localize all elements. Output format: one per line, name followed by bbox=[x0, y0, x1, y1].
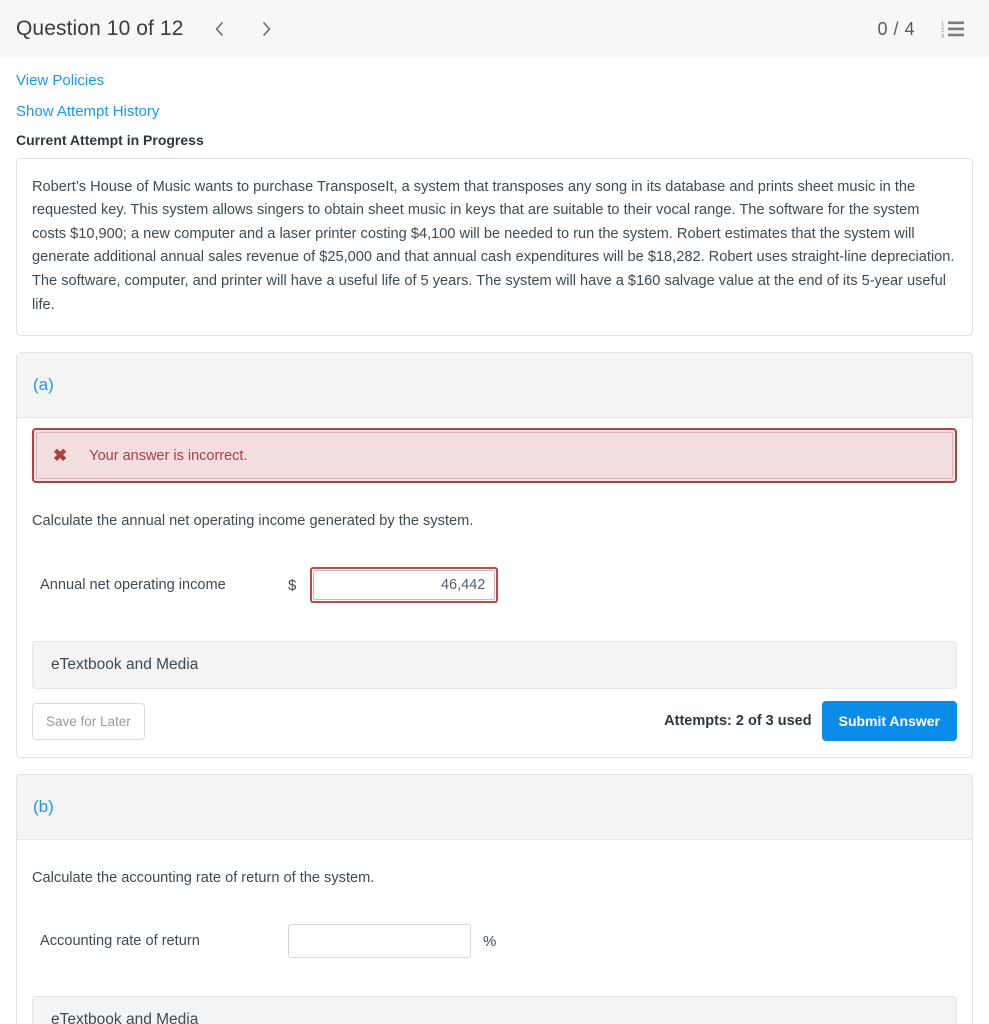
part-a-action-row: Save for Later Attempts: 2 of 3 used Sub… bbox=[32, 701, 957, 742]
part-a-header: (a) bbox=[17, 353, 972, 419]
part-a-card: (a) ✖ Your answer is incorrect. Calculat… bbox=[16, 352, 973, 759]
show-attempt-history-link[interactable]: Show Attempt History bbox=[16, 101, 159, 123]
part-b-card: (b) Calculate the accounting rate of ret… bbox=[16, 774, 973, 1024]
annual-net-operating-income-input[interactable] bbox=[313, 570, 496, 601]
part-a-etextbook-bar[interactable]: eTextbook and Media bbox=[32, 641, 957, 690]
accounting-rate-of-return-input[interactable] bbox=[288, 924, 471, 959]
save-for-later-button[interactable]: Save for Later bbox=[32, 702, 145, 740]
part-b-letter: (b) bbox=[33, 797, 54, 817]
part-a-answer-row: Annual net operating income $ bbox=[40, 567, 972, 604]
part-b-answer-row: Accounting rate of return % bbox=[40, 924, 972, 959]
part-b-body: Calculate the accounting rate of return … bbox=[17, 870, 972, 1024]
part-a-submit-group: Attempts: 2 of 3 used Submit Answer bbox=[664, 701, 957, 742]
score-display: 0 / 4 bbox=[877, 18, 915, 39]
error-x-icon: ✖ bbox=[53, 446, 68, 466]
submit-answer-button[interactable]: Submit Answer bbox=[821, 701, 957, 742]
question-stem-card: Robert’s House of Music wants to purchas… bbox=[16, 157, 973, 337]
incorrect-answer-alert: ✖ Your answer is incorrect. bbox=[32, 428, 957, 484]
svg-text:3: 3 bbox=[941, 34, 944, 40]
current-attempt-status: Current Attempt in Progress bbox=[16, 131, 204, 148]
dollar-sign-prefix: $ bbox=[288, 576, 297, 594]
part-a-letter: (a) bbox=[33, 375, 54, 395]
question-header-bar: Question 10 of 12 0 / 4 1 2 3 bbox=[0, 0, 989, 58]
alert-message: Your answer is incorrect. bbox=[89, 447, 248, 464]
part-b-etextbook-bar[interactable]: eTextbook and Media bbox=[32, 996, 957, 1024]
part-a-prompt: Calculate the annual net operating incom… bbox=[32, 513, 474, 530]
attempt-links: View Policies Show Attempt History Curre… bbox=[0, 58, 989, 148]
header-right-group: 0 / 4 1 2 3 bbox=[877, 19, 965, 40]
part-b-field-label: Accounting rate of return bbox=[40, 933, 200, 950]
view-policies-link[interactable]: View Policies bbox=[16, 70, 104, 92]
question-stem-text: Robert’s House of Music wants to purchas… bbox=[32, 178, 955, 313]
part-b-header: (b) bbox=[17, 775, 972, 841]
attempts-counter: Attempts: 2 of 3 used bbox=[664, 713, 812, 730]
numbered-list-icon[interactable]: 1 2 3 bbox=[941, 19, 965, 40]
question-navigation bbox=[210, 19, 276, 39]
part-a-field-label: Annual net operating income bbox=[40, 577, 226, 594]
part-a-body: ✖ Your answer is incorrect. Calculate th… bbox=[17, 428, 972, 742]
chevron-left-icon[interactable] bbox=[210, 19, 228, 39]
part-a-input-wrapper bbox=[310, 567, 499, 604]
percent-sign-suffix: % bbox=[483, 932, 497, 950]
part-b-prompt: Calculate the accounting rate of return … bbox=[32, 870, 375, 887]
page-title: Question 10 of 12 bbox=[16, 17, 184, 40]
chevron-right-icon[interactable] bbox=[258, 19, 276, 39]
